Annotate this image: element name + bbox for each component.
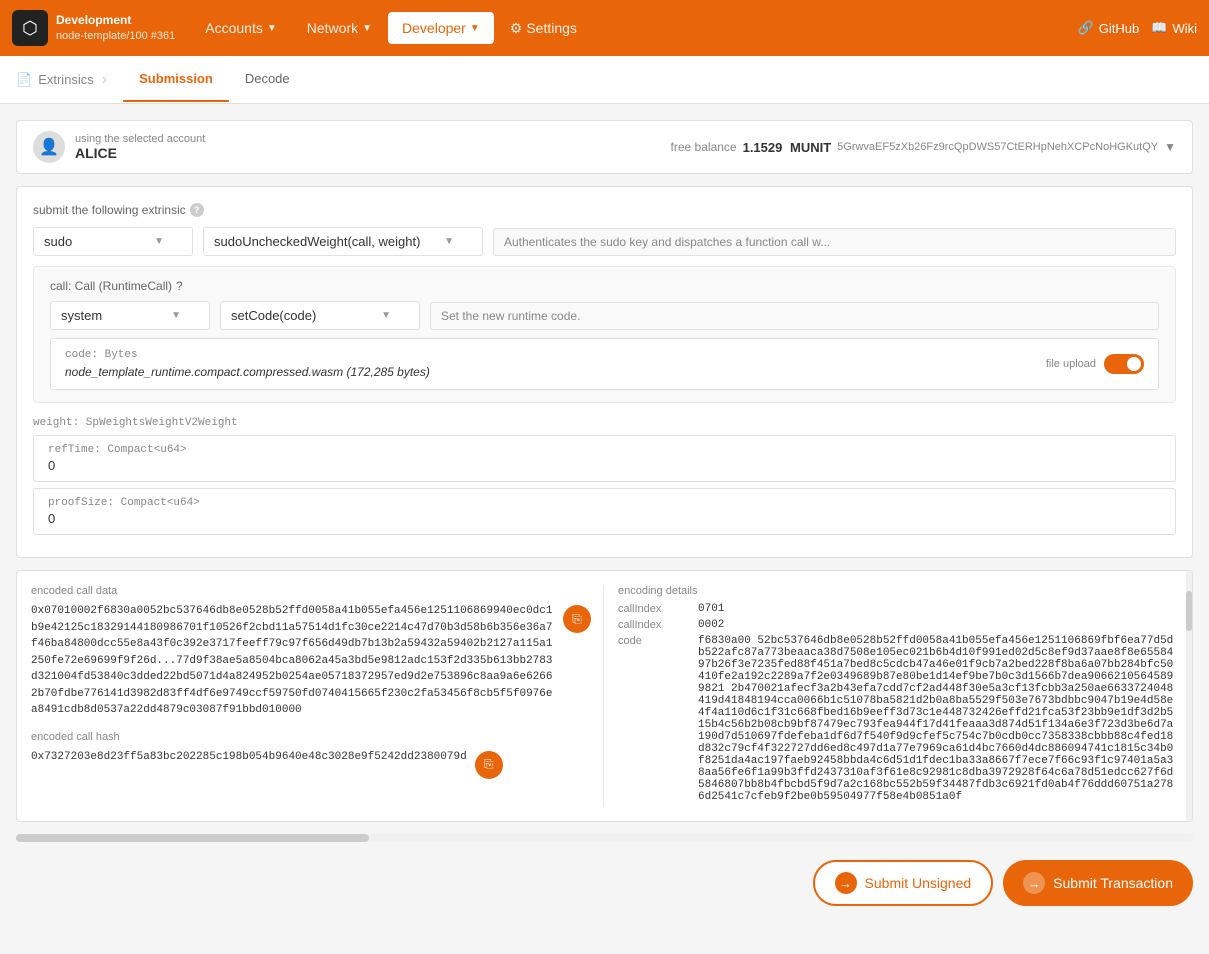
tabs-bar: 📄 Extrinsics › Submission Decode [0,56,1209,104]
app-name: Development [56,13,175,29]
account-name: ALICE [75,145,205,161]
call-description: Authenticates the sudo key and dispatche… [493,228,1176,256]
submit-transaction-button[interactable]: → Submit Transaction [1003,860,1193,906]
code-val: f6830a00 52bc537646db8e0528b52ffd0058a41… [698,635,1178,803]
horizontal-scrollbar[interactable] [16,834,1193,842]
proof-size-field: proofSize: Compact<u64> 0 [33,488,1176,535]
nav-wiki[interactable]: 📖 Wiki [1151,20,1197,36]
encoded-left: encoded call data 0x07010002f6830a0052bc… [31,585,591,807]
github-icon: 🔗 [1078,20,1094,36]
bottom-actions: → Submit Unsigned → Submit Transaction [16,848,1193,918]
app-sub: node-template/100 #361 [56,29,175,43]
breadcrumb[interactable]: 📄 Extrinsics [16,72,94,88]
nav-logo[interactable]: ⬡ Development node-template/100 #361 [12,10,175,46]
copy-call-data-button[interactable]: ⎘ [563,605,591,633]
nav-items: Accounts ▼ Network ▼ Developer ▼ ⚙ Setti… [191,12,1077,45]
nav-settings[interactable]: ⚙ Settings [496,12,591,45]
scrollbar[interactable] [1186,571,1192,821]
call-data-block: encoded call data 0x07010002f6830a0052bc… [31,585,591,719]
extrinsic-section-label: submit the following extrinsic [33,203,186,217]
weight-label: weight: SpWeightsWeightV2Weight [33,411,1176,435]
proof-size-value[interactable]: 0 [48,511,1161,526]
code-label: code: Bytes [65,349,430,361]
avatar: 👤 [33,131,65,163]
scrollbar-thumb [1186,591,1192,631]
nav-network[interactable]: Network ▼ [293,12,386,44]
ref-time-field: refTime: Compact<u64> 0 [33,435,1176,482]
wiki-icon: 📖 [1151,20,1167,36]
logo-icon: ⬡ [12,10,48,46]
call-data-label: encoded call data [31,585,591,597]
account-chevron-icon[interactable]: ▼ [1164,140,1176,154]
call-index-2-key: callIndex [618,619,688,631]
submit-unsigned-icon: → [835,872,857,894]
inner-call-form: call: Call (RuntimeCall) ? system ▼ setC… [33,266,1176,403]
inner-call-select[interactable]: setCode(code) ▼ [220,301,420,330]
proof-size-label: proofSize: Compact<u64> [48,497,1161,509]
file-upload-toggle[interactable] [1104,354,1144,374]
inner-call-description: Set the new runtime code. [430,302,1159,330]
nav-developer[interactable]: Developer ▼ [388,12,494,44]
code-value: node_template_runtime.compact.compressed… [65,365,430,379]
inner-call-label: call: Call (RuntimeCall) [50,279,172,293]
submit-transaction-icon: → [1023,872,1045,894]
code-key: code [618,635,688,647]
breadcrumb-sep: › [102,71,107,89]
developer-chevron-icon: ▼ [470,23,480,34]
call-index-1-key: callIndex [618,603,688,615]
call-hash-value: 0x7327203e8d23ff5a83bc202285c198b054b964… [31,749,467,766]
pallet-chevron-icon: ▼ [154,236,164,247]
tab-submission[interactable]: Submission [123,57,229,102]
nav-accounts[interactable]: Accounts ▼ [191,12,291,44]
file-upload-label: file upload [1046,358,1096,370]
account-balance: 1.1529 MUNIT [743,140,832,155]
inner-pallet-select[interactable]: system ▼ [50,301,210,330]
call-index-2-val: 0002 [698,619,1178,631]
free-balance-label: free balance [671,140,737,154]
ref-time-value[interactable]: 0 [48,458,1161,473]
tab-list: Submission Decode [123,57,306,102]
inner-pallet-row: system ▼ setCode(code) ▼ Set the new run… [50,301,1159,330]
call-hash-block: encoded call hash 0x7327203e8d23ff5a83bc… [31,731,591,779]
ref-time-label: refTime: Compact<u64> [48,444,1161,456]
code-field: code: Bytes node_template_runtime.compac… [50,338,1159,390]
call-index-1-val: 0701 [698,603,1178,615]
settings-icon: ⚙ [510,20,523,37]
main-content: 👤 using the selected account ALICE free … [0,104,1209,934]
account-label: using the selected account [75,133,205,145]
copy-call-hash-button[interactable]: ⎘ [475,751,503,779]
nav-right: 🔗 GitHub 📖 Wiki [1078,20,1197,36]
horizontal-scrollbar-thumb [16,834,369,842]
extrinsic-form: submit the following extrinsic ? sudo ▼ … [16,186,1193,558]
nav-github[interactable]: 🔗 GitHub [1078,20,1140,36]
account-address: 5GrwvaEF5zXb26Fz9rcQpDWS57CtERHpNehXCPcN… [837,141,1158,153]
encoding-details-label: encoding details [618,585,1178,597]
tab-decode[interactable]: Decode [229,57,306,102]
encoding-details: encoding details callIndex 0701 callInde… [603,585,1178,807]
call-chevron-icon: ▼ [444,236,454,247]
inner-call-chevron-icon: ▼ [381,310,391,321]
pallet-select[interactable]: sudo ▼ [33,227,193,256]
encoded-section: encoded call data 0x07010002f6830a0052bc… [16,570,1193,822]
inner-pallet-chevron-icon: ▼ [171,310,181,321]
help-icon[interactable]: ? [190,203,204,217]
submit-unsigned-button[interactable]: → Submit Unsigned [813,860,994,906]
account-row: 👤 using the selected account ALICE free … [16,120,1193,174]
inner-help-icon[interactable]: ? [176,279,183,293]
accounts-chevron-icon: ▼ [267,23,277,34]
call-data-value: 0x07010002f6830a0052bc537646db8e0528b52f… [31,603,555,719]
call-hash-label: encoded call hash [31,731,591,743]
extrinsics-icon: 📄 [16,72,32,88]
top-nav: ⬡ Development node-template/100 #361 Acc… [0,0,1209,56]
pallet-row: sudo ▼ sudoUncheckedWeight(call, weight)… [33,227,1176,256]
network-chevron-icon: ▼ [362,23,372,34]
call-select[interactable]: sudoUncheckedWeight(call, weight) ▼ [203,227,483,256]
